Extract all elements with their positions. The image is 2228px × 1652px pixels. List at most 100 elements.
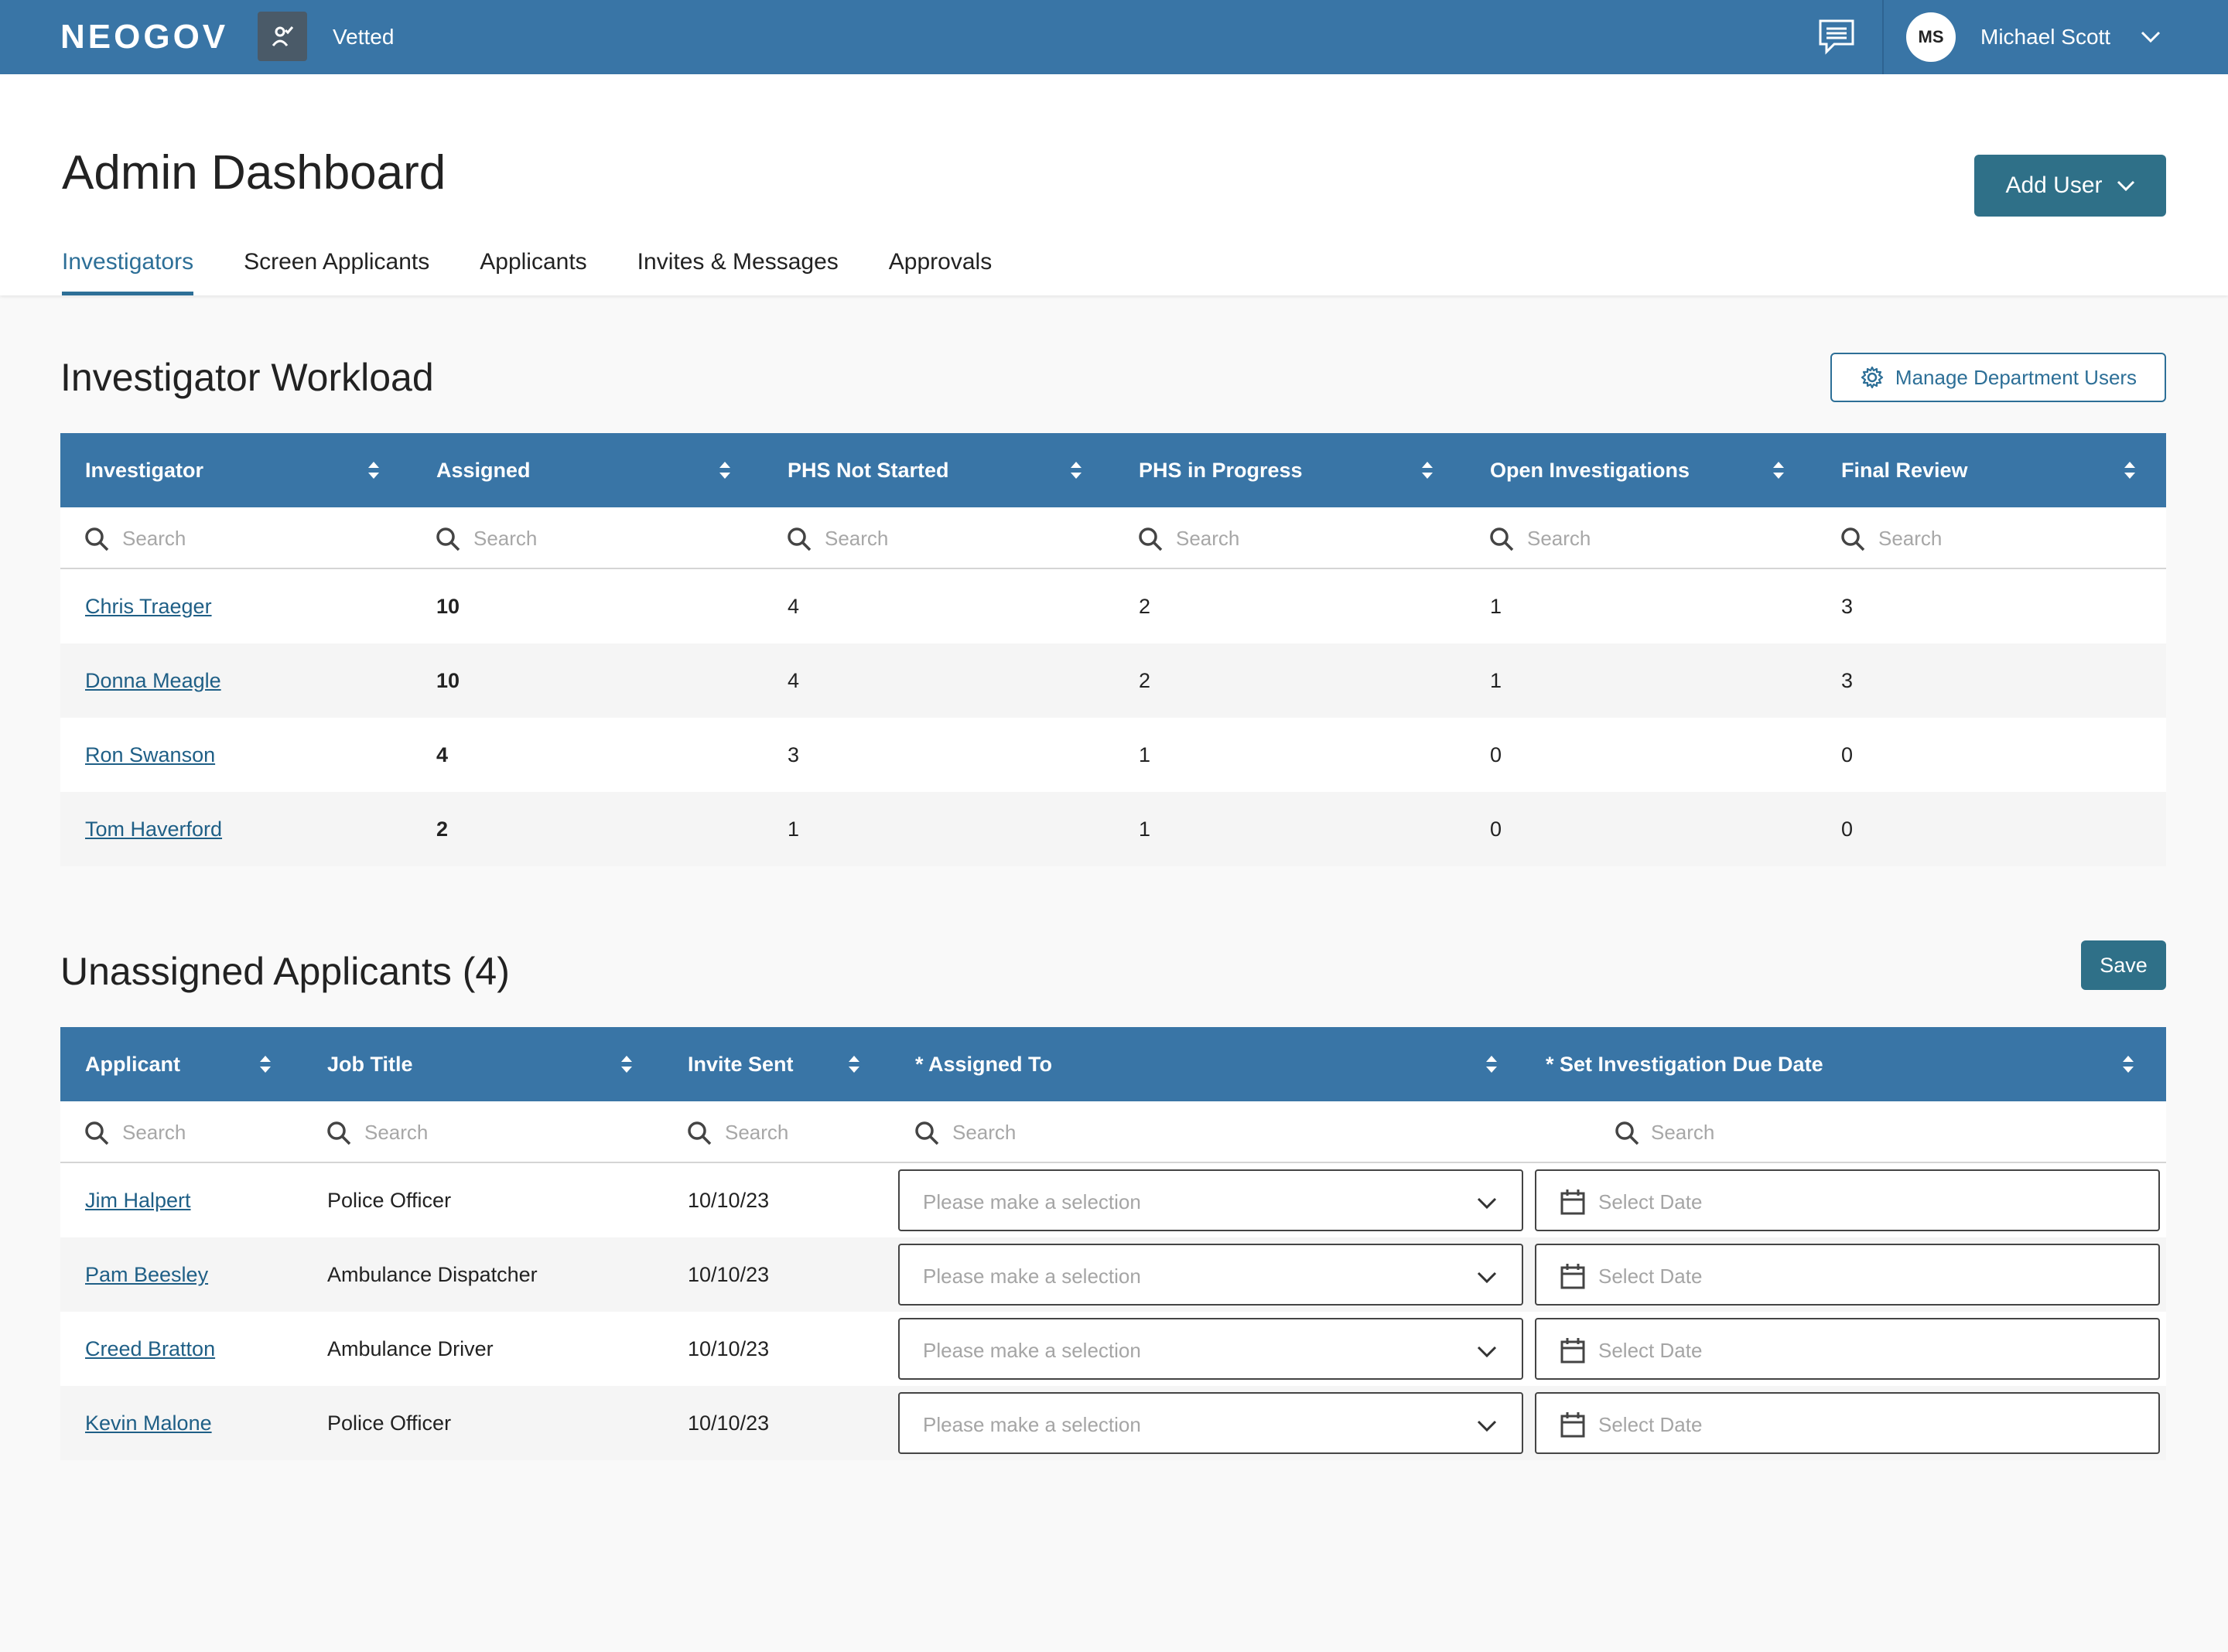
column-header-assigned[interactable]: Assigned [412,433,763,507]
chevron-down-icon[interactable] [2137,23,2165,51]
table-cell: Pam Beesley [60,1237,302,1312]
sort-icon[interactable] [2121,458,2138,483]
tab-invites-messages[interactable]: Invites & Messages [637,244,839,295]
tab-investigators[interactable]: Investigators [62,244,194,295]
due-date-picker[interactable]: Select Date [1535,1169,2160,1231]
column-header-final-review[interactable]: Final Review [1816,433,2166,507]
investigator-name[interactable]: Tom Haverford [85,792,222,866]
table-row: Jim Halpert Police Officer 10/10/23 Please … [60,1163,2166,1237]
search-cell [763,507,1114,569]
investigator-name[interactable]: Donna Meagle [85,643,221,718]
sort-icon[interactable] [365,458,382,483]
date-placeholder: Select Date [1598,1339,1703,1362]
search-icon [436,527,460,551]
sort-icon[interactable] [716,458,733,483]
open-investigations-count: 0 [1490,817,1502,841]
manage-department-users-button[interactable]: Manage Department Users [1830,353,2166,402]
assigned-to-select[interactable]: Please make a selection [898,1169,1523,1231]
table-row: Chris Traeger 10 4 2 1 3 [60,569,2166,643]
search-input-investigator[interactable] [122,523,354,554]
search-cell [302,1101,663,1163]
search-cell [60,507,412,569]
table-cell: 0 [1816,718,2166,792]
investigator-name[interactable]: Ron Swanson [85,718,215,792]
table-cell: 3 [1816,643,2166,718]
open-investigations-count: 0 [1490,743,1502,766]
calendar-icon [1560,1412,1585,1438]
unassigned-applicants-table: Applicant Job Title Invite Sent * Assign… [60,1027,2166,1460]
column-header-due-date[interactable]: * Set Investigation Due Date [1529,1027,2166,1101]
column-header-open-investigations[interactable]: Open Investigations [1465,433,1816,507]
table-cell: 1 [1465,569,1816,643]
applicant-name[interactable]: Creed Bratton [85,1312,215,1386]
sort-icon[interactable] [1770,458,1787,483]
job-title: Ambulance Driver [327,1337,494,1360]
save-button[interactable]: Save [2081,940,2166,990]
table-cell: 0 [1816,792,2166,866]
sort-icon[interactable] [846,1052,863,1077]
column-header-phs-not-started[interactable]: PHS Not Started [763,433,1114,507]
sort-icon[interactable] [257,1052,274,1077]
search-icon [915,1121,939,1145]
search-cell [412,507,763,569]
table-cell: 4 [412,718,763,792]
search-input-phs-not-started[interactable] [825,523,1057,554]
table-cell: 10/10/23 [663,1386,890,1460]
table-cell: Ambulance Dispatcher [302,1237,663,1312]
user-name[interactable]: Michael Scott [1980,22,2110,53]
vetted-person-check-icon[interactable] [258,12,307,61]
sort-icon[interactable] [618,1052,635,1077]
chat-icon[interactable] [1815,15,1858,59]
assigned-count: 10 [436,595,460,618]
search-input-applicant[interactable] [122,1117,277,1148]
column-header-assigned-to[interactable]: * Assigned To [890,1027,1529,1101]
due-date-picker[interactable]: Select Date [1535,1318,2160,1380]
applicant-name[interactable]: Pam Beesley [85,1237,208,1312]
column-header-invite-sent[interactable]: Invite Sent [663,1027,890,1101]
tab-approvals[interactable]: Approvals [889,244,992,295]
column-header-phs-in-progress[interactable]: PHS in Progress [1114,433,1465,507]
tab-screen-applicants[interactable]: Screen Applicants [244,244,429,295]
search-input-assigned[interactable] [473,523,706,554]
column-header-job-title[interactable]: Job Title [302,1027,663,1101]
assigned-count: 2 [436,817,449,841]
tab-applicants[interactable]: Applicants [480,244,586,295]
table-row: Pam Beesley Ambulance Dispatcher 10/10/23 P… [60,1237,2166,1312]
search-input-job-title[interactable] [364,1117,596,1148]
product-name[interactable]: Vetted [333,22,394,53]
sort-icon[interactable] [1068,458,1085,483]
search-input-invite-sent[interactable] [725,1117,872,1148]
gear-icon [1861,366,1884,389]
job-title: Ambulance Dispatcher [327,1263,538,1286]
search-input-open-investigations[interactable] [1527,523,1759,554]
sort-icon[interactable] [1419,458,1436,483]
column-header-applicant[interactable]: Applicant [60,1027,302,1101]
open-investigations-count: 1 [1490,595,1502,618]
avatar[interactable]: MS [1906,12,1956,62]
due-date-picker[interactable]: Select Date [1535,1392,2160,1454]
applicant-name[interactable]: Kevin Malone [85,1386,212,1460]
assigned-to-select[interactable]: Please make a selection [898,1244,1523,1306]
due-date-picker[interactable]: Select Date [1535,1244,2160,1306]
phs-in-progress-count: 1 [1139,743,1151,766]
search-input-due-date[interactable] [1651,1117,1883,1148]
brand-logo[interactable]: NEOGOV [60,17,228,57]
table-cell: Police Officer [302,1163,663,1237]
assigned-to-select[interactable]: Please make a selection [898,1318,1523,1380]
add-user-button[interactable]: Add User [1974,155,2166,217]
search-row [60,1101,2166,1163]
search-input-final-review[interactable] [1878,523,2110,554]
investigator-name[interactable]: Chris Traeger [85,569,212,643]
table-cell: Chris Traeger [60,569,412,643]
sort-icon[interactable] [1483,1052,1500,1077]
search-input-assigned-to[interactable] [952,1117,1184,1148]
search-input-phs-in-progress[interactable] [1176,523,1408,554]
column-header-investigator[interactable]: Investigator [60,433,412,507]
select-placeholder: Please make a selection [923,1190,1141,1213]
table-cell: Creed Bratton [60,1312,302,1386]
assigned-to-select[interactable]: Please make a selection [898,1392,1523,1454]
invite-sent-date: 10/10/23 [688,1411,770,1435]
chevron-down-icon [1477,1197,1497,1210]
applicant-name[interactable]: Jim Halpert [85,1163,191,1237]
sort-icon[interactable] [2120,1052,2137,1077]
